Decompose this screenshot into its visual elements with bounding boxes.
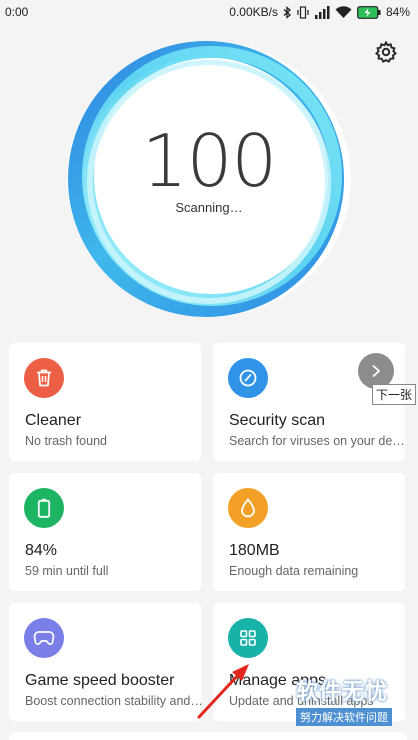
- card-subtitle: No trash found: [25, 434, 107, 448]
- status-bar: 0:00 0.00KB/s 84%: [0, 0, 418, 24]
- signal-icon: [314, 5, 330, 19]
- battery-icon: [24, 488, 64, 528]
- bluetooth-icon: [283, 5, 292, 19]
- vibrate-icon: [297, 5, 309, 19]
- settings-gear-icon[interactable]: [374, 40, 398, 64]
- card-title: Security scan: [229, 412, 326, 429]
- battery-percent: 84%: [385, 5, 410, 19]
- data-drop-icon: [228, 488, 268, 528]
- card-title: Game speed booster: [25, 672, 175, 689]
- watermark-subtitle: 努力解决软件问题: [296, 708, 392, 726]
- score-value: 100: [141, 119, 277, 203]
- scan-status: Scanning…: [175, 200, 243, 215]
- battery-charging-icon: [357, 5, 381, 19]
- card-subtitle: 59 min until full: [25, 564, 109, 578]
- card-title: Cleaner: [25, 412, 82, 429]
- card-title: 180MB: [229, 542, 280, 559]
- card-subtitle: Enough data remaining: [229, 564, 359, 578]
- shield-check-icon: [228, 358, 268, 398]
- game-speed-booster-card[interactable]: Game speed booster Boost connection stab…: [9, 603, 203, 721]
- score-ring: 100 Scanning…: [64, 38, 354, 320]
- trash-icon: [24, 358, 64, 398]
- network-speed: 0.00KB/s: [229, 5, 278, 19]
- data-usage-card[interactable]: 180MB Enough data remaining: [213, 473, 405, 591]
- card-subtitle: Search for viruses on your device: [229, 434, 407, 448]
- battery-card[interactable]: 84% 59 min until full: [9, 473, 201, 591]
- next-image-tooltip: 下一张: [372, 384, 417, 405]
- wifi-icon: [335, 5, 352, 19]
- cleaner-card[interactable]: Cleaner No trash found: [9, 343, 201, 461]
- next-card-edge: [9, 732, 407, 740]
- red-arrow-annotation: [196, 648, 258, 725]
- chevron-right-icon: [372, 364, 381, 378]
- watermark-title: 软件无忧: [296, 680, 389, 705]
- watermark: 软件无忧 努力解决软件问题: [296, 680, 408, 726]
- card-title: 84%: [25, 542, 58, 559]
- card-subtitle: Boost connection stability and speed: [25, 694, 203, 708]
- status-time: 0:00: [5, 5, 29, 19]
- gamepad-icon: [24, 618, 64, 658]
